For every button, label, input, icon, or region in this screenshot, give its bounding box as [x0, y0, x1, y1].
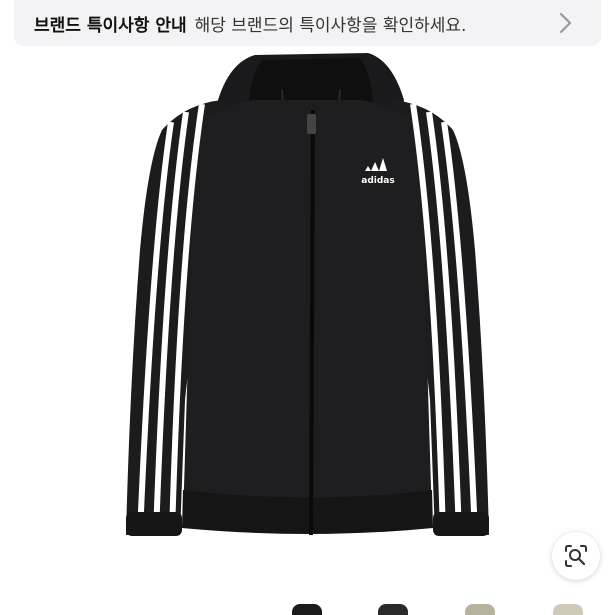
thumbnail-2[interactable] — [378, 604, 408, 615]
thumbnail-3[interactable] — [465, 604, 495, 615]
thumbnail-4[interactable] — [553, 604, 583, 615]
brand-notice-text: 해당 브랜드의 특이사항을 확인하세요. — [194, 15, 467, 36]
product-image[interactable]: adidas — [0, 46, 615, 615]
thumbnail-1[interactable] — [292, 604, 322, 615]
brand-notice-banner[interactable]: 브랜드 특이사항 안내 해당 브랜드의 특이사항을 확인하세요. — [14, 0, 601, 46]
adidas-logo-text: adidas — [361, 176, 394, 186]
lens-search-icon — [565, 545, 587, 567]
brand-notice-title: 브랜드 특이사항 안내 — [34, 15, 187, 36]
chevron-right-icon[interactable] — [551, 9, 579, 37]
image-search-button[interactable] — [552, 532, 600, 580]
